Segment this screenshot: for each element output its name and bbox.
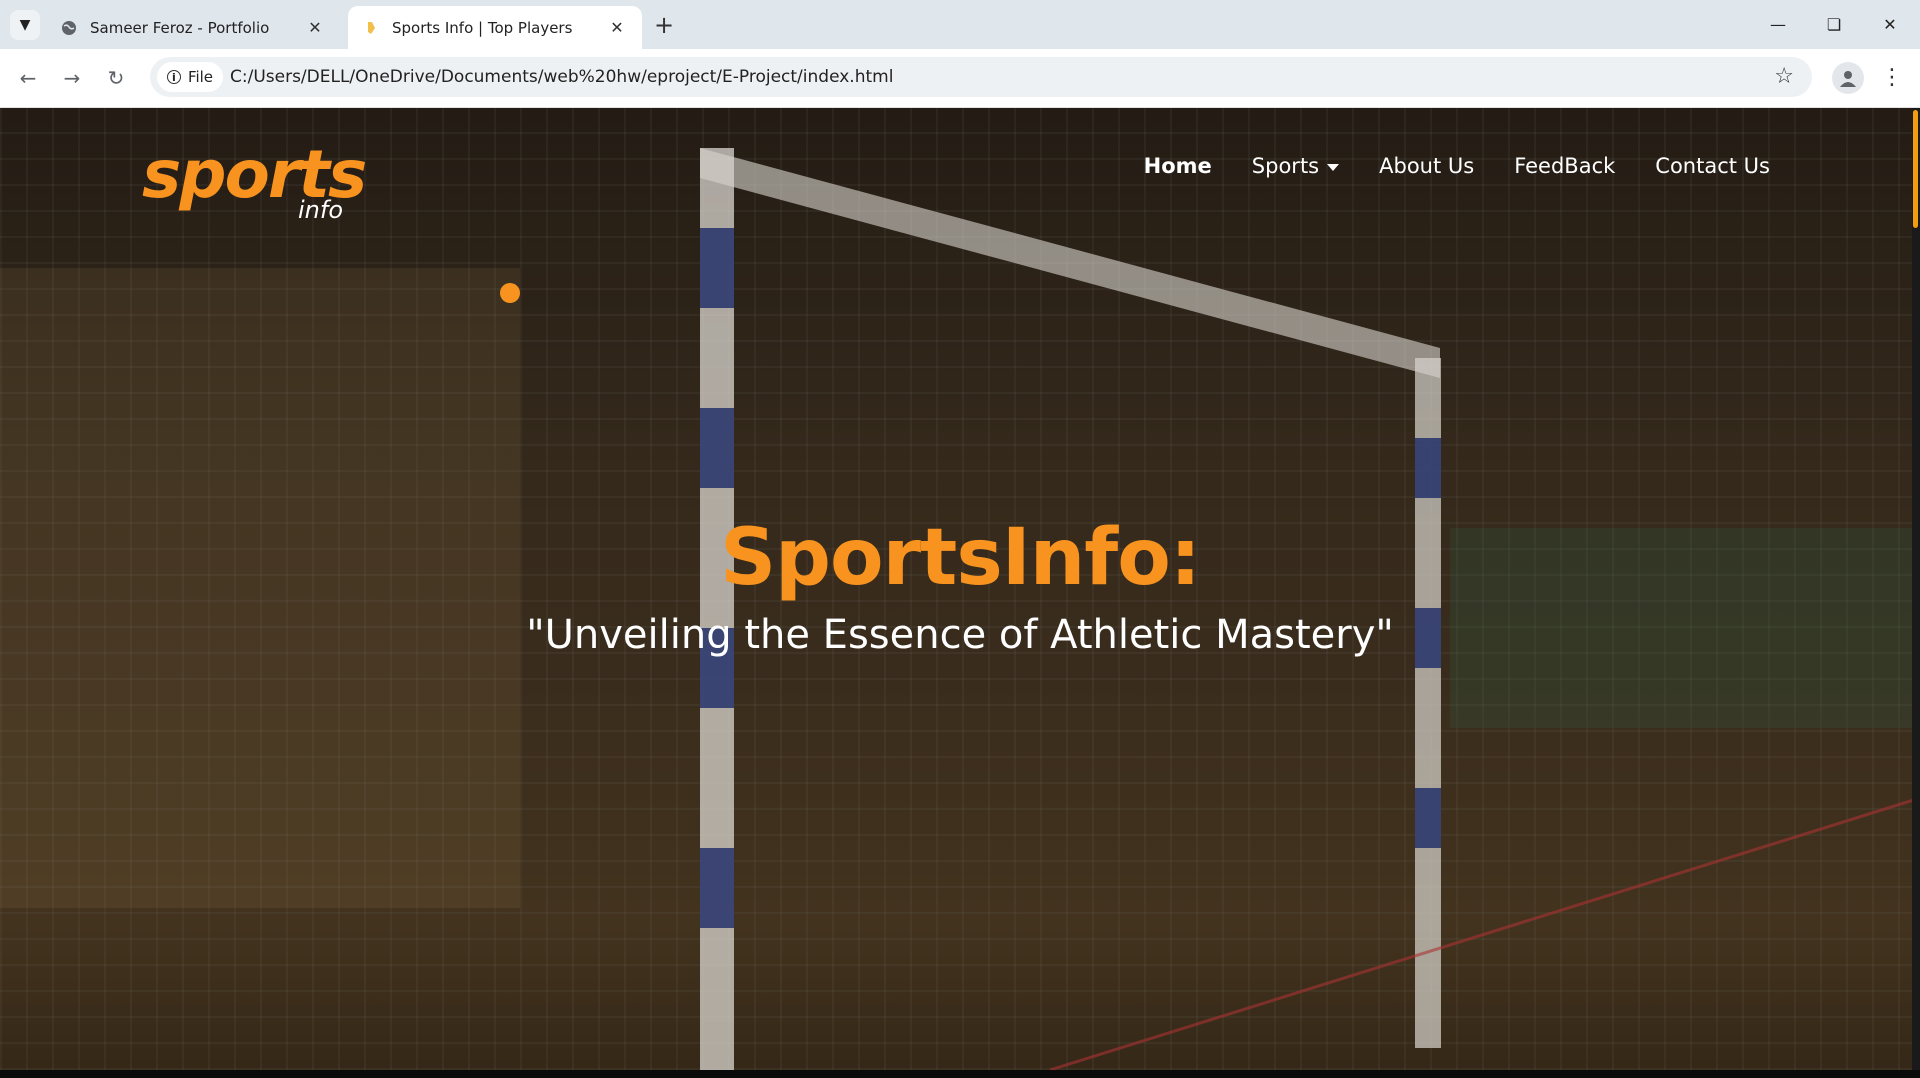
tab-search-button[interactable]: ▼ [10, 10, 40, 40]
close-window-button[interactable]: ✕ [1862, 8, 1918, 40]
logo-sub: info [298, 196, 344, 224]
reload-icon: ↻ [107, 66, 125, 90]
site-info-chip[interactable]: i File [157, 62, 223, 92]
address-bar[interactable]: i File C:/Users/DELL/OneDrive/Documents/… [150, 57, 1812, 97]
tab-title: Sameer Feroz - Portfolio [90, 18, 270, 37]
scrollbar-thumb[interactable] [1913, 110, 1918, 228]
person-icon [1840, 71, 1856, 87]
nav-feedback[interactable]: FeedBack [1514, 154, 1615, 178]
globe-icon [60, 19, 78, 37]
close-tab-icon[interactable]: ✕ [304, 18, 326, 37]
page-scrollbar[interactable] [1912, 108, 1920, 1070]
caret-down-icon [1327, 163, 1340, 171]
nav-about-us[interactable]: About Us [1379, 154, 1474, 178]
sports-favicon-icon [362, 19, 380, 37]
close-tab-icon[interactable]: ✕ [606, 18, 628, 37]
chevron-down-icon: ▼ [19, 17, 31, 33]
page-viewport: sports info Home Sports About Us FeedBac… [0, 108, 1920, 1070]
more-vert-icon: ⋮ [1881, 65, 1903, 90]
nav-home[interactable]: Home [1144, 154, 1212, 178]
arrow-right-icon: → [63, 66, 81, 90]
nav-sports-label: Sports [1251, 154, 1320, 178]
tab-title: Sports Info | Top Players [392, 18, 573, 37]
main-nav: Home Sports About Us FeedBack Contact Us [1144, 154, 1770, 178]
info-icon: i [166, 70, 181, 84]
restore-button[interactable]: ❏ [1806, 8, 1862, 40]
nav-contact-us[interactable]: Contact Us [1655, 154, 1770, 178]
tab-sports-info[interactable]: Sports Info | Top Players ✕ [348, 6, 642, 49]
forward-button[interactable]: → [56, 62, 88, 94]
hero-subtitle: "Unveiling the Essence of Athletic Maste… [526, 612, 1394, 658]
back-button[interactable]: ← [12, 62, 44, 94]
browser-menu-button[interactable]: ⋮ [1878, 62, 1906, 94]
profile-button[interactable] [1832, 62, 1864, 94]
decorative-dot [500, 283, 520, 303]
minimize-button[interactable]: — [1750, 8, 1806, 40]
new-tab-button[interactable]: + [650, 12, 678, 40]
arrow-left-icon: ← [19, 66, 37, 90]
reload-button[interactable]: ↻ [100, 62, 132, 94]
tab-portfolio[interactable]: Sameer Feroz - Portfolio ✕ [46, 6, 340, 49]
browser-toolbar: ← → ↻ i File C:/Users/DELL/OneDrive/Docu… [0, 49, 1920, 108]
hero-title: SportsInfo: [719, 513, 1201, 603]
nav-sports-dropdown[interactable]: Sports [1251, 154, 1340, 178]
browser-tab-bar: ▼ Sameer Feroz - Portfolio ✕ Sports Info… [0, 0, 1920, 49]
bottom-edge [0, 1070, 1920, 1078]
bookmark-star-icon[interactable]: ☆ [1774, 57, 1794, 97]
site-chip-label: File [187, 68, 214, 86]
site-logo[interactable]: sports info [142, 140, 367, 230]
url-text[interactable]: C:/Users/DELL/OneDrive/Documents/web%20h… [230, 57, 893, 97]
